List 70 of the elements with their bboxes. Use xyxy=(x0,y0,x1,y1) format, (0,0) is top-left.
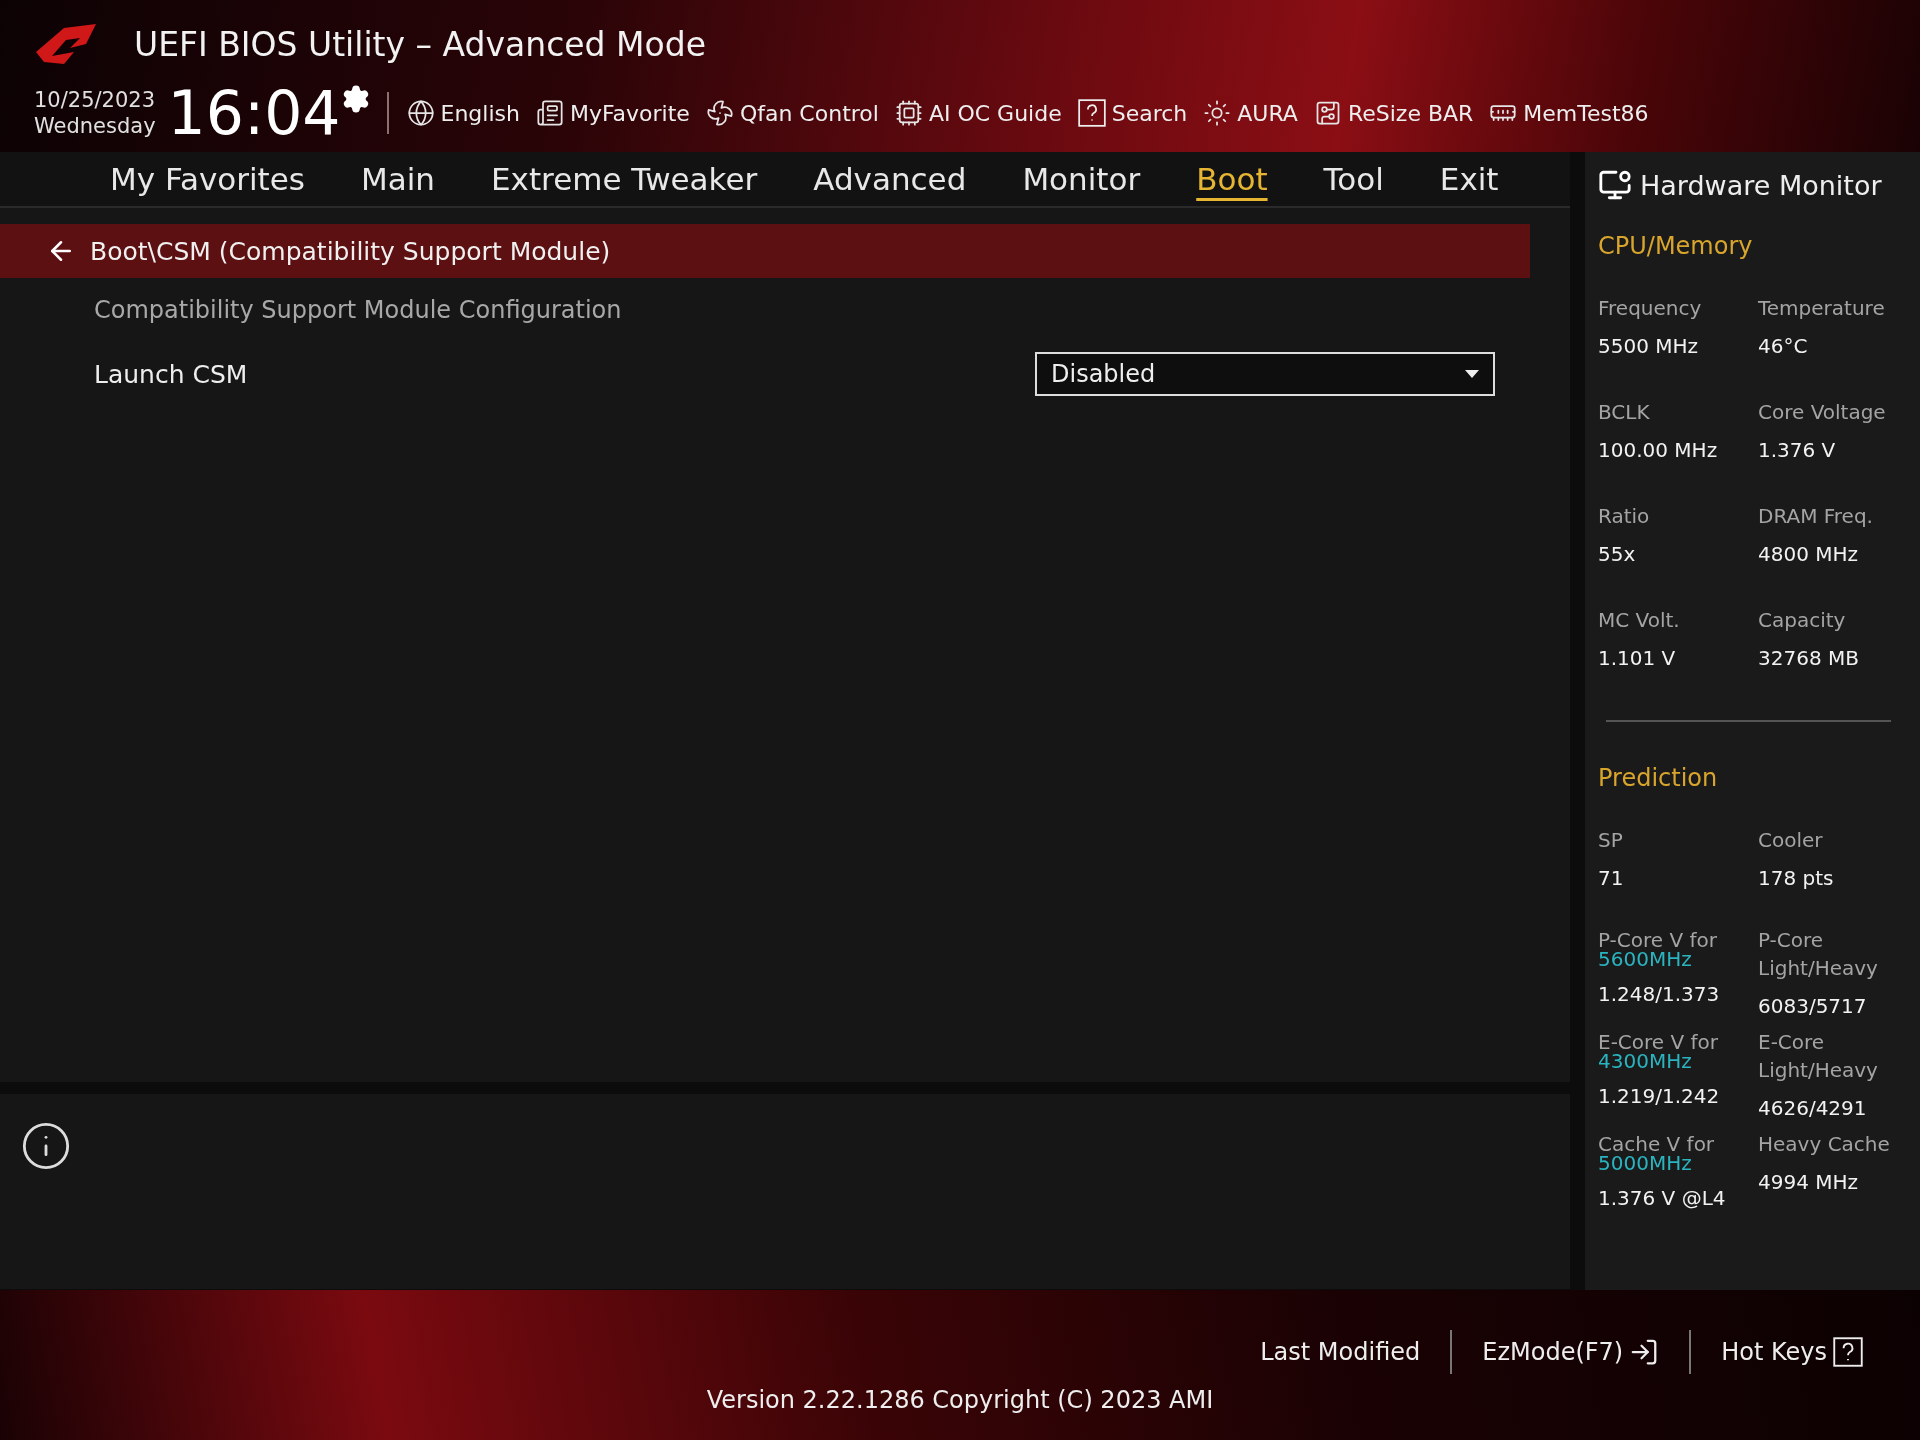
help-icon xyxy=(1077,99,1106,127)
stat-label: E-Core Light/Heavy xyxy=(1758,1029,1879,1084)
stat-value: 1.101 V xyxy=(1598,646,1677,670)
stat-value: 71 xyxy=(1598,866,1625,890)
stat-label: MC Volt. xyxy=(1598,607,1681,634)
footer-button[interactable]: EzMode(F7) xyxy=(1452,1337,1690,1367)
stat-label: SP xyxy=(1598,827,1624,854)
window-title: UEFI BIOS Utility – Advanced Mode xyxy=(134,24,706,64)
breadcrumb-text: Boot\CSM (Compatibility Support Module) xyxy=(90,236,611,266)
menu-tab[interactable]: Tool xyxy=(1295,161,1412,197)
menu-tab[interactable]: Monitor xyxy=(994,161,1169,197)
stat-label: Ratio xyxy=(1598,503,1651,530)
menu-tab[interactable]: Exit xyxy=(1411,161,1527,197)
clock-time: 16:04 xyxy=(167,80,341,146)
stat-label: P-Core Light/Heavy xyxy=(1758,927,1879,982)
monitor-icon xyxy=(1598,168,1632,202)
stat-value: 46°C xyxy=(1758,334,1809,358)
toolbar-button[interactable]: Qfan Control xyxy=(705,99,879,127)
toolbar-button[interactable]: AURA xyxy=(1203,99,1298,127)
stat-value: 55x xyxy=(1598,542,1637,566)
toolbar-button[interactable]: English xyxy=(406,99,520,127)
chip-icon xyxy=(894,99,923,127)
stat-value: 32768 MB xyxy=(1758,646,1860,670)
help-icon xyxy=(1833,1337,1863,1367)
stat-value: 6083/5717 xyxy=(1758,994,1868,1018)
menu-tab[interactable]: Extreme Tweaker xyxy=(463,161,786,197)
stat-label: Cooler xyxy=(1758,827,1824,854)
stat-label: Temperature xyxy=(1758,295,1886,322)
stat-label: Capacity xyxy=(1758,607,1847,634)
stat-label: Core Voltage xyxy=(1758,399,1887,426)
menu-tab[interactable]: Advanced xyxy=(785,161,995,197)
menu-tab[interactable]: My Favorites xyxy=(82,161,333,197)
list-icon xyxy=(535,99,564,127)
stat-value: 4994 MHz xyxy=(1758,1170,1860,1194)
stat-value: 1.219/1.242 xyxy=(1598,1084,1721,1108)
toolbar-button[interactable]: ReSize BAR xyxy=(1313,99,1474,127)
stat-value: 1.376 V xyxy=(1758,438,1837,462)
caret-icon xyxy=(1465,370,1479,378)
stat-label: BCLK xyxy=(1598,399,1651,426)
setting-label: Launch CSM xyxy=(94,359,248,389)
footer-button[interactable]: Hot Keys xyxy=(1691,1337,1893,1367)
stat-value: 4626/4291 xyxy=(1758,1096,1868,1120)
section-title: Compatibility Support Module Configuration xyxy=(93,295,623,324)
weekday-text: Wednesday xyxy=(34,113,156,139)
setting-dropdown[interactable]: Disabled xyxy=(1035,352,1495,396)
menu-tab[interactable]: Boot xyxy=(1168,161,1296,197)
globe-icon xyxy=(406,99,435,127)
fan-icon xyxy=(705,99,734,127)
stat-value: 5500 MHz xyxy=(1598,334,1700,358)
date-text: 10/25/2023 xyxy=(34,87,156,113)
stat-value: 4800 MHz xyxy=(1758,542,1860,566)
toolbar-button[interactable]: MemTest86 xyxy=(1489,99,1649,127)
stat-label: DRAM Freq. xyxy=(1758,503,1874,530)
section-heading: Prediction xyxy=(1598,764,1719,792)
stat-label: Frequency xyxy=(1598,295,1703,322)
sun-icon xyxy=(1203,99,1232,127)
footer-button[interactable]: Last Modified xyxy=(1230,1338,1451,1366)
stat-value: 100.00 MHz xyxy=(1598,438,1719,462)
version-text: Version 2.22.1286 Copyright (C) 2023 AMI xyxy=(706,1386,1214,1414)
toolbar-button[interactable]: MyFavorite xyxy=(535,99,690,127)
stat-value: 1.248/1.373 xyxy=(1598,982,1721,1006)
menu-tab[interactable]: Main xyxy=(333,161,463,197)
panel-title: Hardware Monitor xyxy=(1640,169,1882,201)
toolbar-button[interactable]: Search xyxy=(1077,99,1188,127)
stat-value: 178 pts xyxy=(1758,866,1835,890)
toolbar-button[interactable]: AI OC Guide xyxy=(894,99,1062,127)
info-icon xyxy=(20,1120,72,1172)
section-heading: CPU/Memory xyxy=(1598,232,1754,260)
stat-value: 1.376 V @L4 xyxy=(1598,1186,1727,1210)
stat-label: Heavy Cache xyxy=(1758,1131,1891,1158)
